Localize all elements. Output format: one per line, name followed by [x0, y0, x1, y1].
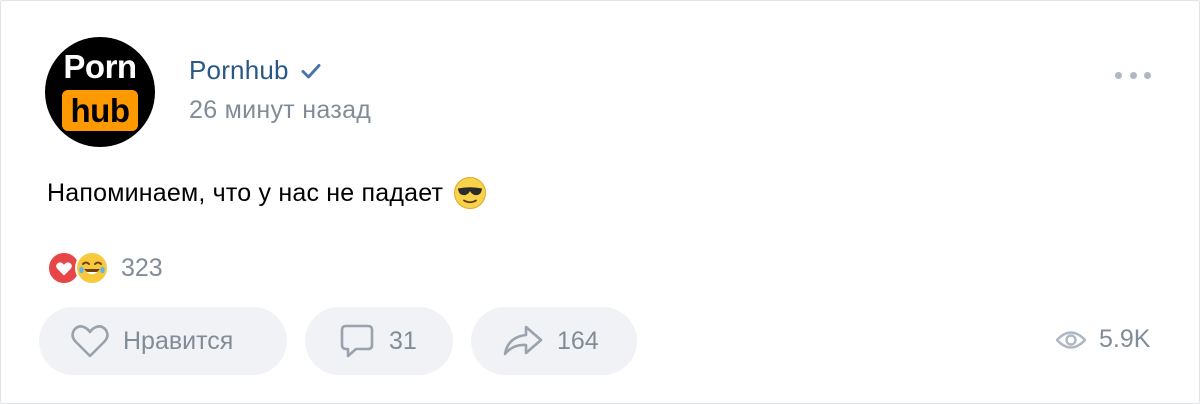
author-avatar[interactable]: Porn hub — [45, 37, 155, 147]
author-name-link[interactable]: Pornhub — [189, 55, 289, 86]
post-card: Porn hub Pornhub 26 минут назад Напомина… — [0, 0, 1200, 404]
like-button[interactable]: Нравится — [39, 307, 287, 375]
logo-text-bottom: hub — [62, 90, 138, 131]
reactions-summary[interactable]: 323 — [47, 251, 163, 285]
post-text-content: Напоминаем, что у нас не падает — [47, 178, 444, 207]
views-counter: 5.9K — [1055, 325, 1150, 354]
views-count: 5.9K — [1099, 325, 1151, 353]
logo-text-top: Porn — [63, 48, 137, 85]
laughing-reaction-icon — [75, 251, 109, 285]
reactions-count: 323 — [121, 253, 163, 282]
post-text: Напоминаем, что у нас не падает — [47, 176, 487, 210]
eye-icon — [1055, 330, 1087, 349]
post-timestamp[interactable]: 26 минут назад — [189, 96, 371, 125]
author-header: Pornhub — [189, 55, 323, 86]
shares-count: 164 — [557, 326, 599, 355]
share-button[interactable]: 164 — [471, 307, 637, 375]
comment-button[interactable]: 31 — [305, 307, 453, 375]
sunglasses-emoji-icon — [454, 177, 487, 209]
more-options-icon[interactable] — [1113, 63, 1153, 87]
verified-check-icon — [301, 63, 321, 78]
share-arrow-icon — [503, 325, 543, 356]
like-button-label: Нравится — [123, 326, 234, 355]
comment-icon — [340, 324, 374, 358]
comments-count: 31 — [389, 326, 417, 355]
heart-outline-icon — [71, 325, 109, 358]
